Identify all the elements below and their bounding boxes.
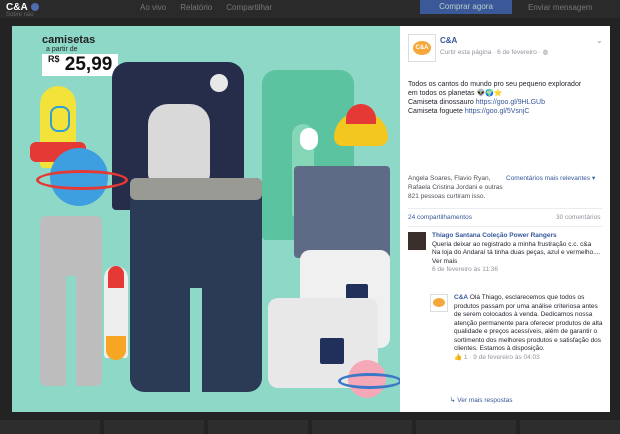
- post-text-line4: Camiseta foguete https://goo.gl/5VsnjC: [408, 108, 530, 115]
- comment-meta: 6 de fevereiro às 11:36: [432, 266, 499, 273]
- price-currency: R$: [48, 54, 60, 64]
- verified-icon: [30, 3, 39, 12]
- cta-line1: camisetas: [42, 34, 96, 46]
- price-callout: camisetas a partir de R$ 25,99: [42, 34, 119, 76]
- reply-text: Olá Thiago, esclarecemos que todos os pr…: [454, 294, 603, 352]
- buy-now-button[interactable]: Comprar agora: [420, 0, 512, 14]
- planet-ring: [338, 373, 400, 389]
- comment-text-more[interactable]: Na loja do Andaraí tá tinha duas peças, …: [432, 249, 602, 266]
- menu-item-share[interactable]: Compartilhar: [226, 3, 272, 12]
- divider: [408, 226, 602, 227]
- pink-planet-cutout: [338, 360, 400, 398]
- ca-logo-icon: C&A: [413, 41, 431, 55]
- astronaut-toy: [300, 128, 318, 150]
- reply-item: C&A Olá Thiago, esclarecemos que todos o…: [430, 294, 606, 394]
- post-meta: Curtir esta página · 6 de fevereiro · ◍: [440, 49, 549, 56]
- reply-author[interactable]: C&A: [454, 294, 468, 301]
- commenter-avatar[interactable]: [408, 232, 426, 250]
- background-thumbnails: [0, 420, 620, 434]
- legging-leg-gap: [66, 276, 76, 386]
- reply-meta: 👍 1 · 9 de fevereiro às 04:03: [454, 353, 540, 361]
- comment-sort-dropdown[interactable]: Comentários mais relevantes ▾: [506, 174, 595, 182]
- menu-item-live[interactable]: Ao vivo: [140, 3, 166, 12]
- reply-avatar[interactable]: [430, 294, 448, 312]
- rocket-window: [50, 106, 70, 132]
- reactors-list[interactable]: Angela Soares, Flavio Ryan, Rafaela Cris…: [408, 174, 508, 201]
- menu-item-report[interactable]: Relatório: [180, 3, 212, 12]
- ca-logo-icon: [433, 298, 445, 307]
- denim-shorts: [294, 166, 390, 258]
- pocket-print: [320, 338, 344, 364]
- post-text-line3: Camiseta dinossauro https://goo.gl/9HLGU…: [408, 99, 545, 106]
- shares-count[interactable]: 24 compartilhamentos: [408, 214, 472, 221]
- product-photo[interactable]: camisetas a partir de R$ 25,99: [12, 26, 400, 412]
- post-header: C&A C&A Curtir esta página · 6 de fevere…: [408, 34, 604, 62]
- send-message-link[interactable]: Enviar mensagem: [528, 3, 592, 12]
- ufo-cutout: [334, 104, 388, 146]
- comments-count[interactable]: 30 comentários: [556, 214, 600, 221]
- jeans-leg-gap: [190, 288, 202, 392]
- comment-text: Queria deixar ao registrado a minha frus…: [432, 240, 592, 248]
- moon-print: [210, 74, 228, 92]
- divider: [408, 208, 602, 209]
- globe-icon: ◍: [542, 49, 549, 56]
- comment-author: Thiago Santana Coleção Power Rangers: [432, 232, 557, 239]
- grey-legging: [40, 216, 102, 386]
- price-tag: R$ 25,99: [42, 54, 119, 76]
- post-side-panel: C&A C&A Curtir esta página · 6 de fevere…: [400, 26, 610, 412]
- blue-planet-cutout: [36, 148, 128, 206]
- ufo-dome: [346, 104, 376, 124]
- small-rocket-cutout: [104, 266, 128, 360]
- header-menu: Ao vivo Relatório Compartilhar: [140, 3, 272, 12]
- jeans-waistband: [130, 178, 262, 200]
- rocket-flame: [106, 336, 126, 360]
- rocket-shirt-link[interactable]: https://goo.gl/5VsnjC: [465, 108, 530, 115]
- reply-text-block: C&A Olá Thiago, esclarecemos que todos o…: [454, 294, 604, 354]
- post-text-line2: em todos os planetas 👽🌍⭐: [408, 90, 503, 97]
- price-value: 25,99: [64, 54, 113, 75]
- page-avatar[interactable]: C&A: [408, 34, 436, 62]
- dinosaur-shirt-link[interactable]: https://goo.gl/9HLGUb: [476, 99, 545, 106]
- comment-body: Thiago Santana Coleção Power Rangers Que…: [432, 232, 602, 275]
- post-text: Todos os cantos do mundo pro seu pequeno…: [408, 80, 604, 116]
- post-text-line1: Todos os cantos do mundo pro seu pequeno…: [408, 81, 582, 88]
- comment-item: Thiago Santana Coleção Power Rangers Que…: [408, 232, 604, 292]
- cta-line2: a partir de: [46, 46, 78, 53]
- emoji-icons: 👽🌍⭐: [476, 90, 503, 97]
- rocket-tip: [108, 266, 124, 288]
- chevron-down-icon[interactable]: ⌄: [596, 36, 603, 45]
- post-author[interactable]: C&A: [440, 36, 457, 45]
- like-icon: 👍: [454, 353, 463, 361]
- dinosaur-print: [148, 104, 210, 184]
- view-more-replies-link[interactable]: ↳ Ver mais respostas: [450, 396, 513, 404]
- jogger-jeans: [130, 178, 262, 392]
- reply-body: C&A Olá Thiago, esclarecemos que todos o…: [454, 294, 604, 362]
- top-bar: C&A Sobre não Ao vivo Relatório Comparti…: [0, 0, 620, 18]
- planet-ring: [36, 170, 128, 190]
